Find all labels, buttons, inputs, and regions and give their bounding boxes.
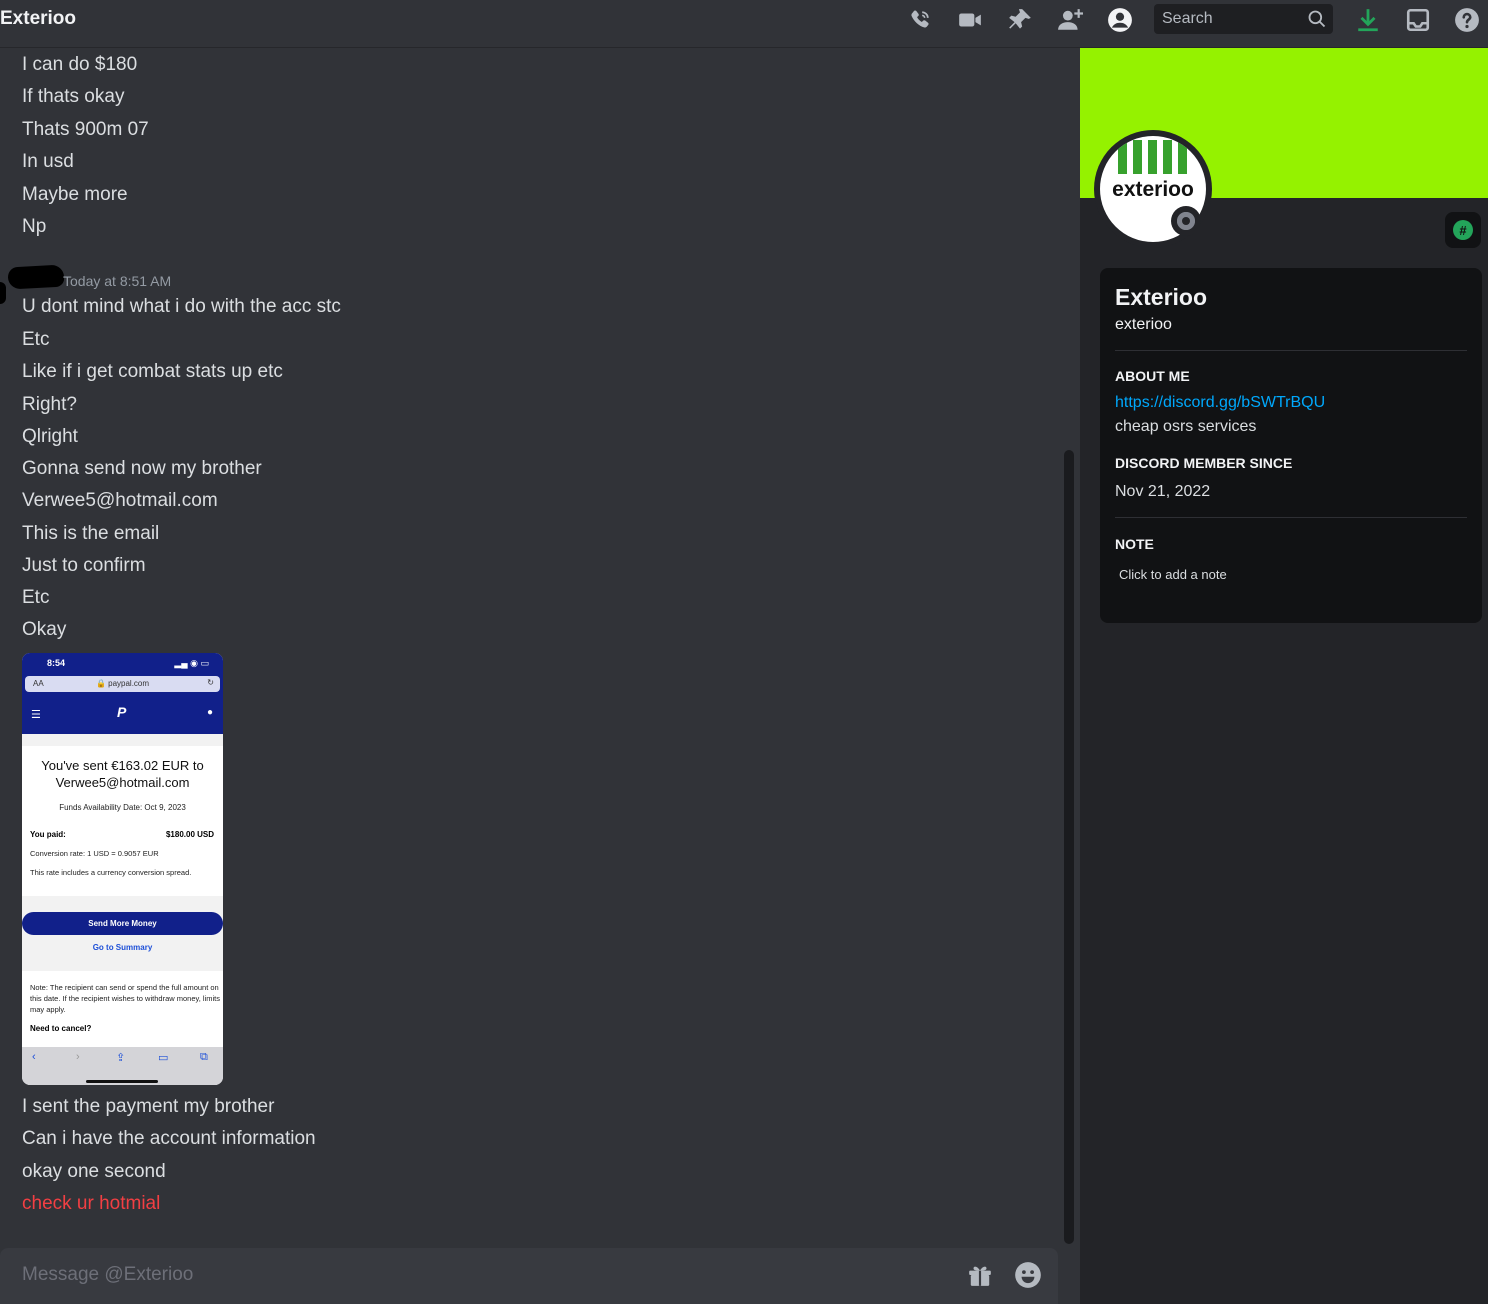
message-text: Qlright — [22, 426, 78, 447]
redacted-author-name — [7, 264, 65, 290]
chat-scrollbar[interactable] — [1064, 450, 1074, 1244]
message-text: okay one second — [22, 1161, 166, 1182]
back-icon: ‹ — [32, 1051, 36, 1063]
profile-card: Exterioo exterioo ABOUT ME https://disco… — [1100, 268, 1482, 623]
reload-icon: ↻ — [207, 678, 214, 687]
user-profile-icon[interactable] — [1104, 4, 1136, 36]
message-text-red: check ur hotmial — [22, 1193, 161, 1214]
video-camera-icon[interactable] — [954, 4, 986, 36]
divider — [1115, 350, 1467, 351]
top-bar: Exterioo — [0, 0, 1488, 48]
message-text: Etc — [22, 587, 50, 608]
message-text: Okay — [22, 619, 67, 640]
browser-toolbar: ‹ › ⇪ ▭ ⧉ — [22, 1047, 223, 1085]
message-text: I can do $180 — [22, 54, 138, 75]
member-since-date: Nov 21, 2022 — [1115, 483, 1211, 500]
search-input[interactable] — [1154, 4, 1304, 34]
message-text: Gonna send now my brother — [22, 458, 262, 479]
message-text: U dont mind what i do with the acc stc — [22, 296, 341, 317]
message-timestamp: Today at 8:51 AM — [63, 273, 172, 289]
conversion-rate: Conversion rate: 1 USD = 0.9057 EUR — [30, 849, 159, 858]
message-input[interactable] — [22, 1260, 922, 1290]
avatar-stripes — [1118, 140, 1188, 174]
message-text: Can i have the account information — [22, 1128, 316, 1149]
search-icon — [1308, 10, 1326, 28]
message-text: Like if i get combat stats up etc — [22, 361, 283, 382]
forward-icon: › — [76, 1051, 80, 1063]
message-text: If thats okay — [22, 86, 125, 107]
message-composer — [0, 1248, 1058, 1304]
message-text: Just to confirm — [22, 555, 146, 576]
message-text: Np — [22, 216, 47, 237]
about-me-link[interactable]: https://discord.gg/bSWTrBQU — [1115, 394, 1325, 412]
bookmarks-icon: ▭ — [158, 1052, 169, 1064]
search-bar[interactable] — [1154, 4, 1333, 34]
note-input[interactable] — [1115, 563, 1467, 585]
paid-label: You paid: — [30, 830, 66, 839]
share-icon: ⇪ — [116, 1052, 126, 1064]
divider — [1115, 517, 1467, 518]
phone-status-bar: 8:54 ▂▄ ◉ ▭ — [22, 653, 223, 675]
note-heading: NOTE — [1115, 536, 1154, 552]
avatar-logo-text: exterioo — [1112, 178, 1194, 201]
message-text: Thats 900m 07 — [22, 119, 149, 140]
bell-icon: ● — [206, 707, 213, 718]
message-text: Verwee5@hotmail.com — [22, 490, 218, 511]
rate-note: This rate includes a currency conversion… — [30, 868, 192, 877]
message-text: In usd — [22, 151, 74, 172]
add-friend-icon[interactable] — [1054, 4, 1086, 36]
message-text: Right? — [22, 394, 77, 415]
username: exterioo — [1115, 316, 1172, 333]
message-text: Etc — [22, 329, 50, 350]
about-me-text: cheap osrs services — [1115, 418, 1257, 435]
user-profile-panel: exterioo # Exterioo exterioo ABOUT ME ht… — [1080, 48, 1488, 1304]
hashtag-badge[interactable]: # — [1445, 212, 1481, 248]
about-me-heading: ABOUT ME — [1115, 368, 1190, 384]
pin-icon[interactable] — [1004, 4, 1036, 36]
payment-heading: You've sent €163.02 EUR to Verwee5@hotma… — [41, 758, 204, 790]
inbox-icon[interactable] — [1402, 4, 1434, 36]
help-icon[interactable] — [1451, 4, 1483, 36]
phone-call-icon[interactable] — [904, 4, 936, 36]
paypal-nav: ☰ P ● — [22, 698, 223, 734]
recipient-note: Note: The recipient can send or spend th… — [30, 983, 220, 1014]
hashtag-icon: # — [1453, 220, 1473, 240]
menu-icon: ☰ — [31, 709, 41, 721]
member-since-heading: DISCORD MEMBER SINCE — [1115, 455, 1293, 471]
channel-title: Exterioo — [0, 8, 77, 29]
display-name: Exterioo — [1115, 284, 1208, 310]
message-text: This is the email — [22, 523, 160, 544]
paid-value: $180.00 USD — [165, 830, 214, 839]
tabs-icon: ⧉ — [200, 1051, 208, 1063]
send-more-money-button: Send More Money — [22, 912, 223, 935]
home-indicator — [86, 1080, 158, 1083]
redacted-avatar — [0, 282, 6, 304]
message-text: Maybe more — [22, 184, 128, 205]
funds-date: Funds Availability Date: Oct 9, 2023 — [59, 803, 186, 812]
browser-url-bar: AA 🔒 paypal.com ↻ — [25, 676, 220, 692]
signal-wifi-battery-icon: ▂▄ ◉ ▭ — [174, 658, 209, 668]
go-to-summary-link: Go to Summary — [92, 943, 153, 952]
paypal-logo-icon: P — [117, 704, 127, 720]
emoji-icon[interactable] — [1013, 1260, 1043, 1290]
message-text: I sent the payment my brother — [22, 1096, 275, 1117]
cancel-heading: Need to cancel? — [30, 1024, 92, 1033]
image-attachment[interactable]: 8:54 ▂▄ ◉ ▭ AA 🔒 paypal.com ↻ ☰ P ● You'… — [22, 653, 223, 1085]
phone-time: 8:54 — [47, 658, 66, 668]
download-icon[interactable] — [1352, 4, 1384, 36]
url-text: 🔒 paypal.com — [95, 679, 150, 688]
offline-status-icon — [1171, 206, 1201, 236]
gift-icon[interactable] — [965, 1260, 995, 1290]
